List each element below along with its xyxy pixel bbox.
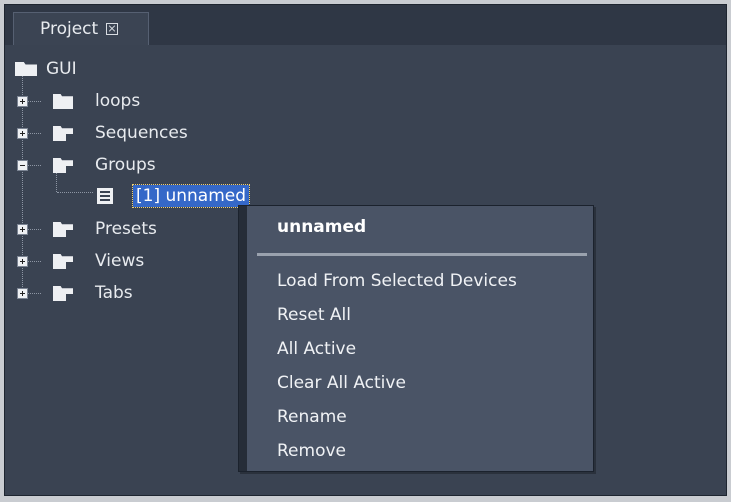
tree-item-label-selected: [1] unnamed bbox=[131, 184, 251, 208]
tree-connector bbox=[27, 293, 41, 294]
expand-icon[interactable] bbox=[17, 128, 28, 139]
context-menu: unnamed Load From Selected Devices Reset… bbox=[238, 205, 594, 472]
tree-connector bbox=[27, 261, 41, 262]
menu-item-load-from-selected-devices[interactable]: Load From Selected Devices bbox=[277, 267, 517, 295]
folder-open-icon bbox=[15, 62, 37, 76]
tree-item-label: GUI bbox=[46, 59, 77, 79]
menu-item-clear-all-active[interactable]: Clear All Active bbox=[277, 369, 406, 397]
folder-sequence-icon bbox=[53, 126, 73, 141]
tab-project[interactable]: Project bbox=[13, 12, 149, 45]
tree-connector bbox=[27, 133, 41, 134]
tree-connector bbox=[57, 192, 93, 193]
folder-icon bbox=[53, 94, 73, 109]
tree-item-views[interactable]: Views bbox=[51, 249, 144, 273]
tree-item-label: Sequences bbox=[95, 123, 188, 143]
expand-icon[interactable] bbox=[17, 256, 28, 267]
tree-item-group-unnamed[interactable]: [1] unnamed bbox=[97, 184, 251, 208]
panel-tab-bar: Project bbox=[5, 5, 726, 46]
menu-item-remove[interactable]: Remove bbox=[277, 437, 346, 465]
collapse-icon[interactable] bbox=[17, 160, 28, 171]
tree-item-presets[interactable]: Presets bbox=[51, 217, 157, 241]
tree-root-gui[interactable]: GUI bbox=[15, 57, 77, 81]
tree-item-label: loops bbox=[95, 91, 141, 111]
tree-item-label: Views bbox=[95, 251, 145, 271]
context-menu-title: unnamed bbox=[277, 217, 367, 237]
folder-presets-icon bbox=[53, 222, 73, 237]
group-list-icon bbox=[97, 188, 113, 204]
menu-side-stripe bbox=[239, 206, 247, 471]
expand-icon[interactable] bbox=[17, 96, 28, 107]
folder-groups-icon bbox=[53, 158, 73, 173]
folder-tabs-icon bbox=[53, 286, 73, 301]
menu-item-rename[interactable]: Rename bbox=[277, 403, 347, 431]
tree-item-label: Tabs bbox=[95, 283, 133, 303]
tree-item-tabs[interactable]: Tabs bbox=[51, 281, 133, 305]
tree-item-sequences[interactable]: Sequences bbox=[51, 121, 188, 145]
expand-icon[interactable] bbox=[17, 224, 28, 235]
menu-separator bbox=[257, 253, 587, 256]
menu-item-reset-all[interactable]: Reset All bbox=[277, 301, 351, 329]
tab-label: Project bbox=[40, 19, 99, 39]
tree-item-loops[interactable]: loops bbox=[51, 89, 140, 113]
close-box-icon[interactable] bbox=[106, 23, 119, 35]
tree-item-label: Presets bbox=[95, 219, 157, 239]
menu-item-all-active[interactable]: All Active bbox=[277, 335, 356, 363]
tree-connector bbox=[27, 229, 41, 230]
tree-connector bbox=[27, 101, 41, 102]
tree-item-label: Groups bbox=[95, 155, 156, 175]
tree-connector bbox=[27, 165, 41, 166]
expand-icon[interactable] bbox=[17, 288, 28, 299]
tree-item-groups[interactable]: Groups bbox=[51, 153, 156, 177]
folder-views-icon bbox=[53, 254, 73, 269]
